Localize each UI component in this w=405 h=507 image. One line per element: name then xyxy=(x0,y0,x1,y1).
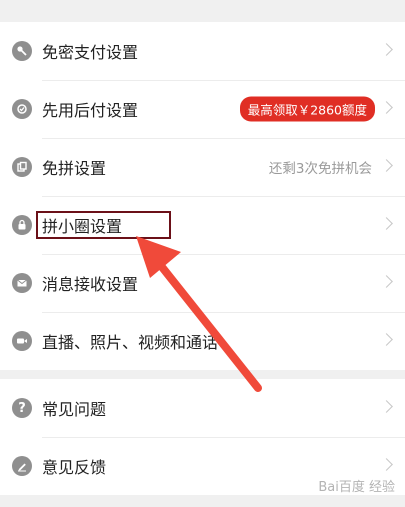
edit-icon xyxy=(12,456,32,476)
chevron-right-icon xyxy=(380,275,393,288)
mail-icon xyxy=(12,273,32,293)
row-pay-later[interactable]: 先用后付设置 最高领取￥2860额度 xyxy=(0,80,405,138)
lock-icon xyxy=(12,215,32,235)
chevron-right-icon xyxy=(380,217,393,230)
row-label: 消息接收设置 xyxy=(42,275,139,294)
row-group-free[interactable]: 免拼设置 还剩3次免拼机会 xyxy=(0,138,405,196)
credit-badge: 最高领取￥2860额度 xyxy=(239,96,375,122)
question-icon: ? xyxy=(12,398,32,418)
group-icon xyxy=(12,157,32,177)
row-faq[interactable]: ? 常见问题 xyxy=(0,379,405,437)
badge-seal-icon xyxy=(12,99,32,119)
settings-group-primary: 免密支付设置 先用后付设置 最高领取￥2860额度 免拼设置 还剩3次免拼机会 … xyxy=(0,22,405,370)
row-label: 免拼设置 xyxy=(42,159,107,178)
row-message-settings[interactable]: 消息接收设置 xyxy=(0,254,405,312)
row-label: 常见问题 xyxy=(42,400,107,419)
chevron-right-icon xyxy=(380,400,393,413)
chevron-right-icon xyxy=(380,333,393,346)
row-label: 直播、照片、视频和通话 xyxy=(42,333,219,352)
watermark: Bai百度 经验 xyxy=(318,480,395,495)
row-label: 先用后付设置 xyxy=(42,101,139,120)
row-label: 意见反馈 xyxy=(42,458,107,477)
row-label: 免密支付设置 xyxy=(42,43,139,62)
key-icon xyxy=(12,41,32,61)
video-camera-icon xyxy=(12,331,32,351)
chevron-right-icon xyxy=(380,159,393,172)
remaining-hint: 还剩3次免拼机会 xyxy=(268,161,372,177)
highlight-box xyxy=(36,211,171,239)
chevron-right-icon xyxy=(380,458,393,471)
chevron-right-icon xyxy=(380,43,393,56)
row-media-call-settings[interactable]: 直播、照片、视频和通话 xyxy=(0,312,405,370)
row-password-free-payment[interactable]: 免密支付设置 xyxy=(0,22,405,80)
chevron-right-icon xyxy=(380,101,393,114)
